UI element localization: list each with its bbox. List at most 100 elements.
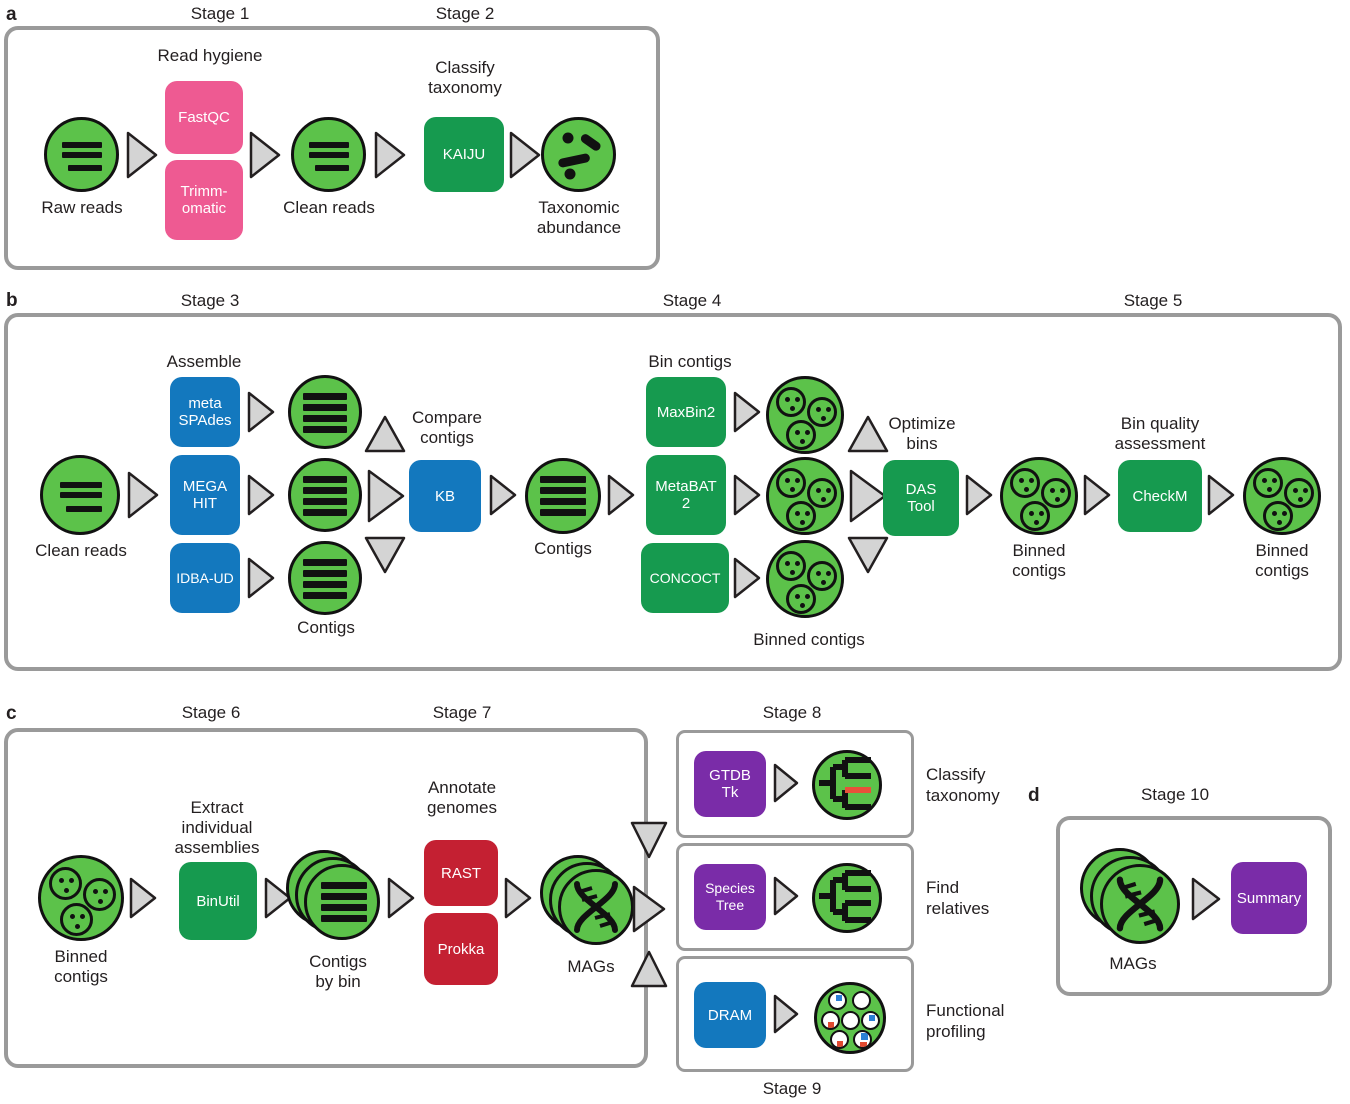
extract-individual-assemblies-label: Extract individual assemblies (152, 798, 282, 858)
arrow-idbaud-to-contigs (246, 556, 276, 600)
contigsbybin-l2: by bin (315, 972, 361, 991)
bin-quality-assessment-label: Bin quality assessment (1092, 414, 1228, 454)
tax-abund-line1: Taxonomic (538, 198, 620, 217)
binned-contigs-label-checkm: Binned contigs (1231, 541, 1333, 581)
tool-fastqc[interactable]: FastQC (165, 81, 243, 154)
tool-megahit-line1: MEGA (182, 478, 228, 495)
classify-line2: taxonomy (428, 78, 502, 97)
compare-line1: Compare (412, 408, 482, 427)
contigs-label-left: Contigs (297, 618, 355, 637)
find-relatives-label: Find relatives (926, 877, 1056, 919)
panel-letter-d: d (1028, 785, 1040, 806)
arrow-speciestree-to-tree (772, 875, 800, 917)
tool-kb[interactable]: KB (409, 460, 481, 532)
tool-dastool[interactable]: DAS Tool (883, 460, 959, 536)
tool-species-tree-line1: Species (705, 880, 755, 896)
contigs-by-bin-circle-front (304, 864, 380, 940)
branch-down-triangle-c (629, 949, 669, 989)
tool-kaiju[interactable]: KAIJU (424, 117, 504, 192)
clean-reads-circle-b (40, 455, 120, 535)
read-bars-icon (47, 120, 116, 189)
function-unit (841, 1011, 860, 1030)
mags-label-d: MAGs (1109, 954, 1157, 973)
tool-metaspades[interactable]: meta SPAdes (170, 377, 240, 447)
tool-species-tree[interactable]: Species Tree (694, 864, 766, 930)
tool-metabat2[interactable]: MetaBAT 2 (646, 455, 726, 535)
binned-contigs-circle-c (38, 855, 124, 941)
taxonomic-abundance-circle (541, 117, 616, 192)
contig-bars-icon (291, 378, 359, 446)
arrow-dastool-to-binnedcontigs (964, 473, 994, 517)
arrow-annotate-to-mags (503, 876, 533, 920)
tool-trimmomatic-line1: Trimm- (180, 183, 228, 200)
read-bars-icon (294, 120, 363, 189)
tool-rast[interactable]: RAST (424, 840, 498, 906)
tool-maxbin2[interactable]: MaxBin2 (646, 377, 726, 447)
bin-subcircle (60, 903, 93, 936)
stage-10-label: Stage 10 (1140, 785, 1210, 804)
compare-line2: contigs (420, 428, 474, 447)
functional-profiling-label: Functional profiling (926, 1000, 1056, 1042)
contigsbybin-l1: Contigs (309, 952, 367, 971)
tool-prokka[interactable]: Prokka (424, 913, 498, 985)
arrow-metabat2-to-bins (732, 473, 762, 517)
arrow-mags-to-summary (1190, 876, 1222, 922)
arrow-concoct-to-bins (732, 556, 762, 600)
arrow-contigs-to-kb (366, 468, 406, 524)
tool-binutil[interactable]: BinUtil (179, 862, 257, 940)
bin-contigs-label: Bin contigs (648, 352, 732, 371)
stage-2-label: Stage 2 (435, 4, 495, 23)
arrow-contigsbybin-to-annotate (386, 876, 416, 920)
arrow-metaspades-to-contigs (246, 390, 276, 434)
arrow-hygiene-to-cleanreads (248, 130, 282, 180)
arrow-bins-to-dastool (848, 468, 888, 524)
binned-contigs-label-dastool: Binned contigs (988, 541, 1090, 581)
classify-line1: Classify (435, 58, 495, 77)
tool-checkm[interactable]: CheckM (1118, 460, 1202, 532)
contigs-label-mid: Contigs (534, 539, 592, 558)
arrow-kb-to-contigs (488, 473, 518, 517)
bin-subcircle (1253, 468, 1283, 498)
tool-summary[interactable]: Summary (1231, 862, 1307, 934)
stage-3-label: Stage 3 (180, 291, 240, 310)
extract-line1: Extract (190, 798, 244, 817)
tool-trimmomatic-line2: omatic (181, 200, 227, 217)
optimize-bins-label: Optimize bins (868, 414, 976, 454)
function-unit (828, 991, 847, 1010)
bin-subcircle (807, 561, 837, 591)
tool-gtdbtk[interactable]: GTDB Tk (694, 751, 766, 817)
classify-tax-l1: Classify (926, 765, 986, 784)
clean-reads-label-b: Clean reads (35, 541, 127, 560)
bin-subcircle (1010, 468, 1040, 498)
raw-reads-label: Raw reads (41, 198, 123, 217)
tool-trimmomatic[interactable]: Trimm- omatic (165, 160, 243, 240)
arrow-binnedcontigs-to-checkm (1082, 473, 1112, 517)
classify-tax-l2: taxonomy (926, 786, 1000, 805)
contig-bars-icon (291, 461, 359, 529)
mags-circle-front-c (558, 869, 634, 945)
dna-helix-icon (1116, 876, 1164, 932)
arrow-contigs-to-binning (606, 473, 636, 517)
tool-metaspades-line2: SPAdes (178, 412, 232, 429)
binned-contigs-circle-metabat2 (766, 457, 844, 535)
bin-subcircle (776, 551, 806, 581)
binned-contigs-label-mid: Binned contigs (753, 630, 865, 649)
arrow-checkm-to-binnedcontigs (1206, 473, 1236, 517)
contig-bars-icon (291, 544, 359, 612)
arrow-cleanreads-to-kaiju (373, 130, 407, 180)
arrow-binnedcontigs-to-binutil (128, 876, 158, 920)
annotate-line2: genomes (427, 798, 497, 817)
arrow-dram-to-functions (772, 993, 800, 1035)
tool-dram[interactable]: DRAM (694, 982, 766, 1048)
dna-helix-icon (574, 881, 618, 933)
stage-4-label: Stage 4 (662, 291, 722, 310)
tool-idbaud[interactable]: IDBA-UD (170, 543, 240, 613)
binqual-line2: assessment (1114, 434, 1206, 453)
binned-contigs-label-c: Binned contigs (30, 947, 132, 987)
tool-metaspades-line1: meta (188, 395, 222, 412)
tool-megahit[interactable]: MEGA HIT (170, 455, 240, 535)
contig-bars-icon (307, 867, 377, 937)
contigs-by-bin-stack (286, 850, 382, 946)
tool-concoct[interactable]: CONCOCT (641, 543, 729, 613)
stage-5-label: Stage 5 (1123, 291, 1183, 310)
